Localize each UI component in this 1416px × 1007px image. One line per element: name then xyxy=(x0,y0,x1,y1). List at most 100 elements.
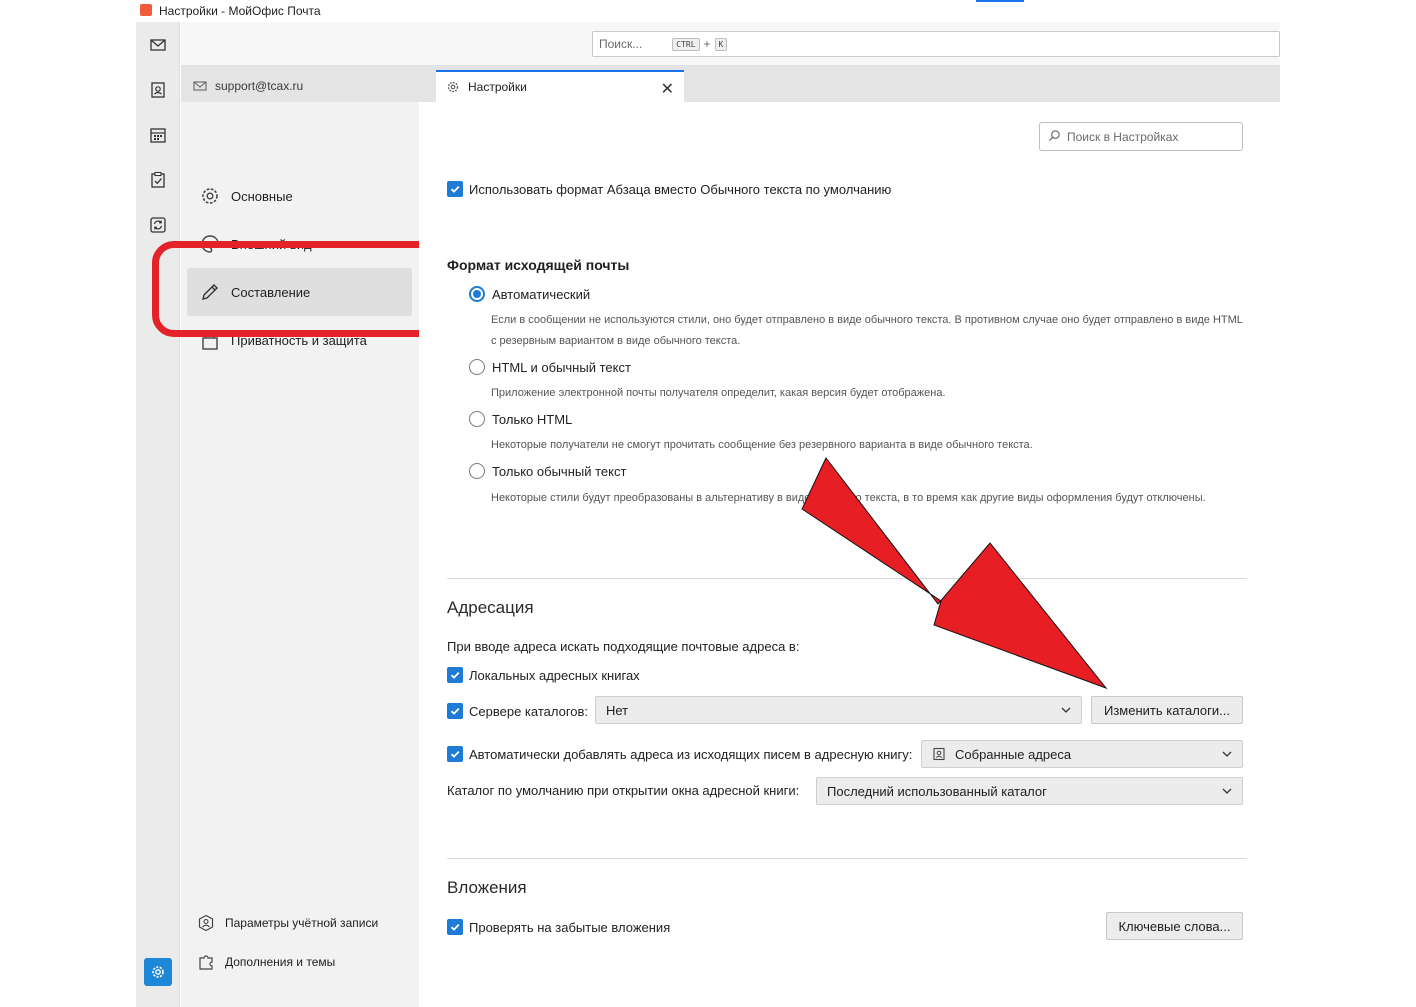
section-divider xyxy=(447,858,1247,859)
radio-plain-only[interactable] xyxy=(469,463,485,479)
outgoing-option-plain-only-label: Только обычный текст xyxy=(492,463,627,479)
addressing-intro-text: При вводе адреса искать подходящие почто… xyxy=(447,639,800,654)
keywords-button[interactable]: Ключевые слова... xyxy=(1106,912,1243,940)
paragraph-format-row[interactable]: Использовать формат Абзаца вместо Обычно… xyxy=(447,181,891,197)
top-toolbar: Поиск... CTRL + K xyxy=(181,22,1280,66)
forgotten-attachments-checkbox[interactable] xyxy=(447,919,463,935)
envelope-icon xyxy=(193,79,207,93)
directory-server-value: Нет xyxy=(606,702,629,718)
nav-item-appearance[interactable]: Внешний вид xyxy=(187,220,412,268)
nav-item-composition[interactable]: Составление xyxy=(187,268,412,316)
outgoing-format-heading: Формат исходящей почты xyxy=(447,257,630,273)
settings-nav: Основные Внешний вид Составление Приватн… xyxy=(181,102,419,1007)
radio-html-plain[interactable] xyxy=(469,359,485,375)
search-icon xyxy=(1048,129,1061,145)
nav-addons-themes-label: Дополнения и темы xyxy=(225,955,336,969)
calendar-icon[interactable] xyxy=(147,124,169,146)
addressing-intro: При вводе адреса искать подходящие почто… xyxy=(447,639,799,654)
nav-addons-themes[interactable]: Дополнения и темы xyxy=(197,953,335,971)
nav-item-privacy[interactable]: Приватность и защита xyxy=(187,316,412,364)
auto-add-checkbox[interactable] xyxy=(447,746,463,762)
tab-settings[interactable]: Настройки ✕ xyxy=(436,70,684,102)
auto-add-value: Собранные адреса xyxy=(955,746,1072,762)
directory-server-checkbox[interactable] xyxy=(447,703,463,719)
outgoing-option-html-plain-label: HTML и обычный текст xyxy=(492,359,631,375)
tasks-icon[interactable] xyxy=(147,169,169,191)
tab-mailbox[interactable]: support@tcax.ru xyxy=(181,70,433,102)
local-books-checkbox[interactable] xyxy=(447,667,463,683)
app-rail xyxy=(136,22,180,1007)
paragraph-format-checkbox[interactable] xyxy=(447,181,463,197)
sync-icon[interactable] xyxy=(147,214,169,236)
global-search-placeholder: Поиск... xyxy=(599,37,643,51)
puzzle-icon xyxy=(197,953,215,971)
palette-icon xyxy=(199,233,221,255)
directory-server-label: Сервере каталогов: xyxy=(469,703,589,719)
outgoing-option-html-only[interactable]: Только HTML xyxy=(469,411,572,427)
paragraph-format-label: Использовать формат Абзаца вместо Обычно… xyxy=(469,181,892,197)
tab-mailbox-label: support@tcax.ru xyxy=(215,79,304,93)
forgotten-attachments-label: Проверять на забытые вложения xyxy=(469,919,671,935)
directory-server-row[interactable]: Сервере каталогов: xyxy=(447,703,588,719)
shortcut-k-key: K xyxy=(714,37,728,51)
nav-item-general-label: Основные xyxy=(231,188,293,204)
outgoing-option-plain-only-desc: Некоторые стили будут преобразованы в ал… xyxy=(491,492,1206,504)
chevron-down-icon xyxy=(1222,788,1232,794)
nav-account-settings-label: Параметры учётной записи xyxy=(225,916,379,930)
nav-item-privacy-label: Приватность и защита xyxy=(231,332,367,348)
default-directory-value: Последний использованный каталог xyxy=(827,783,1047,799)
outgoing-option-plain-only[interactable]: Только обычный текст xyxy=(469,463,626,479)
gear-icon xyxy=(199,185,221,207)
app-window: Настройки - МойОфис Почта Поиск... CTRL … xyxy=(0,0,1416,1007)
pencil-icon xyxy=(199,281,221,303)
mail-icon[interactable] xyxy=(147,34,169,56)
title-accent-line xyxy=(976,0,1024,2)
gear-icon xyxy=(446,80,460,94)
settings-content: Поиск в Настройках Использовать формат А… xyxy=(419,102,1280,1007)
outgoing-option-html-only-desc: Некоторые получатели не смогут прочитать… xyxy=(491,439,1033,451)
settings-search-placeholder: Поиск в Настройках xyxy=(1067,129,1179,144)
settings-gear-icon[interactable] xyxy=(144,958,172,986)
nav-item-general[interactable]: Основные xyxy=(187,172,412,220)
shortcut-ctrl-key: CTRL xyxy=(672,37,700,51)
section-divider xyxy=(447,578,1247,579)
global-search-input[interactable]: Поиск... CTRL + K xyxy=(592,31,1280,57)
chevron-down-icon xyxy=(1222,751,1232,757)
tab-settings-label: Настройки xyxy=(468,80,527,94)
local-books-label: Локальных адресных книгах xyxy=(469,667,640,683)
default-directory-label: Каталог по умолчанию при открытии окна а… xyxy=(447,783,800,798)
default-directory-row: Каталог по умолчанию при открытии окна а… xyxy=(447,783,799,798)
settings-search-input[interactable]: Поиск в Настройках xyxy=(1039,122,1243,151)
directory-server-select[interactable]: Нет xyxy=(595,696,1082,724)
nav-account-settings[interactable]: Параметры учётной записи xyxy=(197,914,378,932)
radio-html-only[interactable] xyxy=(469,411,485,427)
address-book-icon xyxy=(932,747,946,761)
outgoing-option-html-plain-desc: Приложение электронной почты получателя … xyxy=(491,387,946,399)
outgoing-option-auto-desc: Если в сообщении не используются стили, … xyxy=(491,314,1243,347)
shortcut-plus: + xyxy=(703,37,711,51)
lock-icon xyxy=(199,329,221,351)
local-books-row[interactable]: Локальных адресных книгах xyxy=(447,667,640,683)
close-tab-icon[interactable]: ✕ xyxy=(661,79,674,99)
radio-auto[interactable] xyxy=(469,286,485,302)
contacts-icon[interactable] xyxy=(147,79,169,101)
auto-add-label: Автоматически добавлять адреса из исходя… xyxy=(469,746,913,762)
app-logo-icon xyxy=(140,4,152,16)
auto-add-row[interactable]: Автоматически добавлять адреса из исходя… xyxy=(447,746,912,762)
account-icon xyxy=(197,914,215,932)
default-directory-select[interactable]: Последний использованный каталог xyxy=(816,777,1243,805)
outgoing-option-auto[interactable]: Автоматический xyxy=(469,286,590,302)
tab-strip: support@tcax.ru Настройки ✕ xyxy=(181,66,1280,102)
window-title: Настройки - МойОфис Почта xyxy=(159,4,321,18)
chevron-down-icon xyxy=(1061,707,1071,713)
forgotten-attachments-row[interactable]: Проверять на забытые вложения xyxy=(447,919,670,935)
outgoing-option-html-plain[interactable]: HTML и обычный текст xyxy=(469,359,631,375)
nav-item-appearance-label: Внешний вид xyxy=(231,236,312,252)
edit-directories-button[interactable]: Изменить каталоги... xyxy=(1091,696,1243,724)
addressing-title: Адресация xyxy=(447,598,534,617)
attachments-title: Вложения xyxy=(447,878,527,897)
outgoing-option-html-only-label: Только HTML xyxy=(492,411,573,427)
title-bar: Настройки - МойОфис Почта xyxy=(136,0,1280,22)
nav-item-composition-label: Составление xyxy=(231,284,311,300)
auto-add-select[interactable]: Собранные адреса xyxy=(921,740,1243,768)
